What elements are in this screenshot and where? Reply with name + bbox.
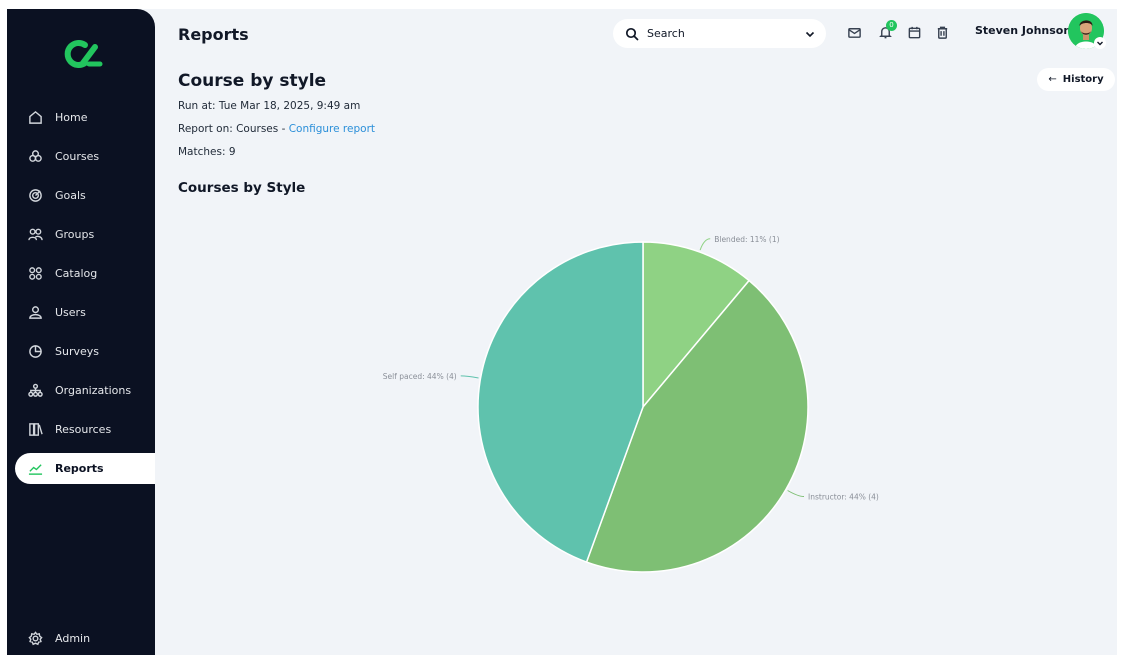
sidebar-item-label: Courses bbox=[55, 150, 100, 163]
sidebar-item-label: Reports bbox=[55, 462, 104, 475]
sidebar-item-label: Users bbox=[55, 306, 86, 319]
report-title: Course by style bbox=[178, 71, 327, 91]
sidebar-item-groups[interactable]: Groups bbox=[7, 215, 155, 254]
pie-label-self-paced: Self paced: 44% (4) bbox=[383, 372, 457, 381]
chart-line-icon bbox=[27, 461, 43, 477]
notification-badge: 0 bbox=[886, 20, 897, 31]
app-window: Home Courses Goals Groups Catalog Users bbox=[7, 9, 1117, 655]
pie-label-blended: Blended: 11% (1) bbox=[714, 235, 779, 244]
chevron-down-icon[interactable] bbox=[1094, 37, 1106, 49]
sidebar-item-label: Catalog bbox=[55, 267, 98, 280]
app-logo[interactable] bbox=[59, 37, 103, 71]
pie-label-instructor: Instructor: 44% (4) bbox=[808, 493, 879, 502]
pie-leader-line bbox=[460, 375, 479, 379]
sidebar-item-organizations[interactable]: Organizations bbox=[7, 371, 155, 410]
mail-icon[interactable] bbox=[847, 25, 863, 41]
pie-leader-line bbox=[699, 238, 711, 251]
user-icon bbox=[27, 305, 43, 321]
sidebar-item-label: Groups bbox=[55, 228, 95, 241]
sidebar-item-label: Goals bbox=[55, 189, 86, 202]
user-name[interactable]: Steven Johnson bbox=[975, 24, 1071, 37]
pie-chart: Blended: 11% (1) Instructor: 44% (4) Self … bbox=[383, 235, 879, 573]
history-button[interactable]: ← History bbox=[1037, 68, 1115, 91]
report-on-text: Report on: Courses - bbox=[178, 123, 289, 135]
sidebar-item-admin[interactable]: Admin bbox=[7, 621, 155, 655]
book-icon bbox=[27, 422, 43, 438]
calendar-icon[interactable] bbox=[907, 25, 923, 41]
survey-icon bbox=[27, 344, 43, 360]
page-title: Reports bbox=[178, 25, 249, 44]
chart-heading: Courses by Style bbox=[178, 180, 306, 196]
chevron-down-icon[interactable] bbox=[804, 28, 816, 40]
sidebar-item-goals[interactable]: Goals bbox=[7, 176, 155, 215]
target-icon bbox=[27, 188, 43, 204]
search-icon bbox=[625, 27, 639, 40]
sidebar-item-reports[interactable]: Reports bbox=[15, 453, 155, 484]
bell-icon[interactable]: 0 bbox=[878, 20, 897, 41]
gear-icon bbox=[27, 630, 43, 646]
sidebar-item-label: Home bbox=[55, 111, 88, 124]
search-input[interactable]: Search bbox=[647, 27, 804, 40]
org-icon bbox=[27, 383, 43, 399]
sidebar-item-home[interactable]: Home bbox=[7, 98, 155, 137]
sidebar: Home Courses Goals Groups Catalog Users bbox=[7, 9, 155, 655]
sidebar-item-surveys[interactable]: Surveys bbox=[7, 332, 155, 371]
trash-icon[interactable] bbox=[935, 25, 951, 41]
matches-text: Matches: 9 bbox=[178, 146, 236, 158]
sidebar-item-label: Surveys bbox=[55, 345, 99, 358]
run-at-text: Run at: Tue Mar 18, 2025, 9:49 am bbox=[178, 100, 361, 112]
sidebar-nav: Home Courses Goals Groups Catalog Users bbox=[7, 98, 155, 488]
sidebar-item-users[interactable]: Users bbox=[7, 293, 155, 332]
pie-leader-line bbox=[787, 490, 805, 497]
sidebar-item-resources[interactable]: Resources bbox=[7, 410, 155, 449]
history-label: History bbox=[1062, 74, 1104, 85]
search-bar[interactable]: Search bbox=[613, 19, 826, 48]
sidebar-item-label: Admin bbox=[55, 631, 91, 645]
sidebar-item-courses[interactable]: Courses bbox=[7, 137, 155, 176]
sidebar-item-label: Organizations bbox=[55, 384, 132, 397]
group-icon bbox=[27, 227, 43, 243]
sidebar-item-catalog[interactable]: Catalog bbox=[7, 254, 155, 293]
courses-icon bbox=[27, 149, 43, 165]
sidebar-item-label: Resources bbox=[55, 423, 112, 436]
home-icon bbox=[27, 110, 43, 126]
configure-report-link[interactable]: Configure report bbox=[289, 123, 375, 135]
arrow-left-icon: ← bbox=[1048, 74, 1057, 85]
report-on-line: Report on: Courses - Configure report bbox=[178, 123, 375, 135]
grid-icon bbox=[27, 266, 43, 282]
